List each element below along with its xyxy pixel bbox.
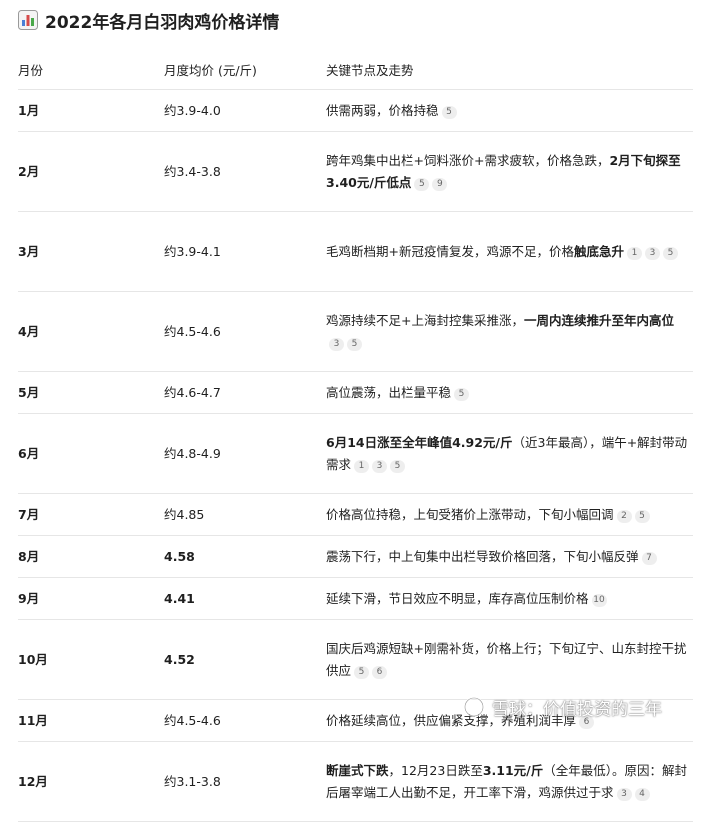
- trend-text: 跨年鸡集中出栏+饲料涨价+需求疲软，价格急跌，: [326, 152, 610, 168]
- watermark: 雪球：价值投资的三年: [462, 693, 702, 721]
- trend-text: 延续下滑，节日效应不明显，库存高位压制价格: [326, 590, 589, 606]
- citation-badge[interactable]: 5: [663, 246, 678, 260]
- watermark-text: 雪球：价值投资的三年: [492, 699, 662, 720]
- citation-badge[interactable]: 2: [616, 509, 632, 523]
- trend-text: 供需两弱，价格持稳: [326, 102, 439, 118]
- table-row: 10月 4.52 国庆后鸡源短缺+刚需补货，价格上行；下旬辽宁、山东封控干扰供应 5 6: [18, 619, 693, 700]
- month-cell: 8月: [18, 535, 164, 578]
- month-cell: 10月: [18, 619, 164, 700]
- price-cell: 约3.9-4.0: [164, 89, 326, 132]
- table-row: 8月 4.58 震荡下行，中上旬集中出栏导致价格回落，下旬小幅反弹 7: [18, 535, 693, 578]
- trend-text: 高位震荡，出栏量平稳: [326, 384, 452, 400]
- month-cell: 7月: [18, 493, 164, 536]
- citation-badge[interactable]: 3: [616, 787, 632, 801]
- trend-cell: 鸡源持续不足+上海封控集采推涨，一周内连续推升至年内高位 3 5: [326, 291, 693, 372]
- price-cell: 4.52: [164, 619, 326, 700]
- table-row: 1月 约3.9-4.0 供需两弱，价格持稳 5: [18, 89, 693, 132]
- month-cell: 4月: [18, 291, 164, 372]
- citation-badge[interactable]: 5: [390, 459, 406, 473]
- trend-text-bold: 3.11元/斤: [482, 762, 544, 778]
- price-cell: 约4.85: [164, 493, 326, 536]
- price-cell: 约3.4-3.8: [164, 131, 326, 212]
- column-header-trend: 关键节点及走势: [326, 49, 693, 90]
- price-cell: 约4.5-4.6: [164, 699, 326, 742]
- column-header-month: 月份: [18, 49, 164, 90]
- trend-text: 震荡下行，中上旬集中出栏导致价格回落，下旬小幅反弹: [326, 548, 639, 564]
- trend-text-bold: 触底急升: [573, 243, 624, 259]
- trend-text-bold: 一周内连续推升至年内高位: [523, 312, 674, 328]
- price-cell: 4.58: [164, 535, 326, 578]
- trend-text: 价格高位持稳，上旬受猪价上涨带动，下旬小幅回调: [326, 506, 614, 522]
- price-cell: 约3.1-3.8: [164, 741, 326, 822]
- trend-cell: 毛鸡断档期+新冠疫情复发，鸡源不足，价格触底急升 1 3 5: [326, 211, 693, 292]
- price-cell: 约4.5-4.6: [164, 291, 326, 372]
- month-cell: 9月: [18, 577, 164, 620]
- citation-badge[interactable]: 3: [645, 246, 660, 260]
- bar-chart-icon: [18, 10, 38, 30]
- citation-badge[interactable]: 5: [347, 337, 362, 351]
- price-cell: 约3.9-4.1: [164, 211, 326, 292]
- trend-text-bold: 断崖式下跌: [326, 762, 389, 778]
- citation-badge[interactable]: 4: [634, 787, 650, 801]
- citation-badge[interactable]: 7: [641, 551, 657, 565]
- trend-text-bold: 6月14日涨至全年峰值4.92元/斤: [326, 434, 513, 450]
- table-row: 7月 约4.85 价格高位持稳，上旬受猪价上涨带动，下旬小幅回调 2 5: [18, 493, 693, 536]
- table-row: 4月 约4.5-4.6 鸡源持续不足+上海封控集采推涨，一周内连续推升至年内高位 3 5: [18, 291, 693, 372]
- table-row: 6月 约4.8-4.9 6月14日涨至全年峰值4.92元/斤（近3年最高），端午+解…: [18, 413, 693, 494]
- trend-text: ，12月23日跌至: [388, 762, 483, 778]
- trend-cell: 断崖式下跌，12月23日跌至3.11元/斤（全年最低）。原因：解封后屠宰端工人出…: [326, 741, 693, 822]
- table-header-row: 月份 月度均价 (元/斤) 关键节点及走势: [18, 49, 693, 90]
- price-cell: 约4.8-4.9: [164, 413, 326, 494]
- trend-cell: 震荡下行，中上旬集中出栏导致价格回落，下旬小幅反弹 7: [326, 535, 693, 578]
- citation-badge[interactable]: 5: [454, 387, 470, 401]
- column-header-price: 月度均价 (元/斤): [164, 49, 326, 90]
- page-title: 2022年各月白羽肉鸡价格详情: [18, 8, 280, 33]
- price-cell: 约4.6-4.7: [164, 371, 326, 414]
- price-cell: 4.41: [164, 577, 326, 620]
- table-row: 9月 4.41 延续下滑，节日效应不明显，库存高位压制价格 10: [18, 577, 693, 620]
- month-cell: 3月: [18, 211, 164, 292]
- snowball-logo-icon: [463, 696, 485, 718]
- month-cell: 12月: [18, 741, 164, 822]
- citation-badge[interactable]: 6: [372, 665, 388, 679]
- trend-cell: 6月14日涨至全年峰值4.92元/斤（近3年最高），端午+解封带动需求 1 3 5: [326, 413, 693, 494]
- trend-cell: 跨年鸡集中出栏+饲料涨价+需求疲软，价格急跌，2月下旬探至3.40元/斤低点 5 9: [326, 131, 693, 212]
- citation-badge[interactable]: 1: [354, 459, 370, 473]
- page-title-text: 2022年各月白羽肉鸡价格详情: [45, 12, 280, 33]
- citation-badge[interactable]: 1: [627, 246, 642, 260]
- trend-text: 鸡源持续不足+上海封控集采推涨，: [326, 312, 524, 328]
- month-cell: 6月: [18, 413, 164, 494]
- month-cell: 11月: [18, 699, 164, 742]
- citation-badge[interactable]: 10: [591, 593, 607, 607]
- table-row: 12月 约3.1-3.8 断崖式下跌，12月23日跌至3.11元/斤（全年最低）。原…: [18, 741, 693, 822]
- month-cell: 5月: [18, 371, 164, 414]
- citation-badge[interactable]: 9: [432, 177, 448, 191]
- table-row: 3月 约3.9-4.1 毛鸡断档期+新冠疫情复发，鸡源不足，价格触底急升 1 3 5: [18, 211, 693, 292]
- citation-badge[interactable]: 5: [441, 105, 457, 119]
- month-cell: 1月: [18, 89, 164, 132]
- trend-cell: 高位震荡，出栏量平稳 5: [326, 371, 693, 414]
- trend-cell: 国庆后鸡源短缺+刚需补货，价格上行；下旬辽宁、山东封控干扰供应 5 6: [326, 619, 693, 700]
- trend-text: 毛鸡断档期+新冠疫情复发，鸡源不足，价格: [326, 243, 574, 259]
- table-row: 5月 约4.6-4.7 高位震荡，出栏量平稳 5: [18, 371, 693, 414]
- citation-badge[interactable]: 3: [372, 459, 388, 473]
- citation-badge[interactable]: 3: [329, 337, 344, 351]
- trend-cell: 供需两弱，价格持稳 5: [326, 89, 693, 132]
- trend-cell: 价格高位持稳，上旬受猪价上涨带动，下旬小幅回调 2 5: [326, 493, 693, 536]
- month-cell: 2月: [18, 131, 164, 212]
- table-row: 2月 约3.4-3.8 跨年鸡集中出栏+饲料涨价+需求疲软，价格急跌，2月下旬探至3…: [18, 131, 693, 212]
- citation-badge[interactable]: 5: [634, 509, 650, 523]
- trend-cell: 延续下滑，节日效应不明显，库存高位压制价格 10: [326, 577, 693, 620]
- citation-badge[interactable]: 5: [354, 665, 370, 679]
- citation-badge[interactable]: 5: [414, 177, 430, 191]
